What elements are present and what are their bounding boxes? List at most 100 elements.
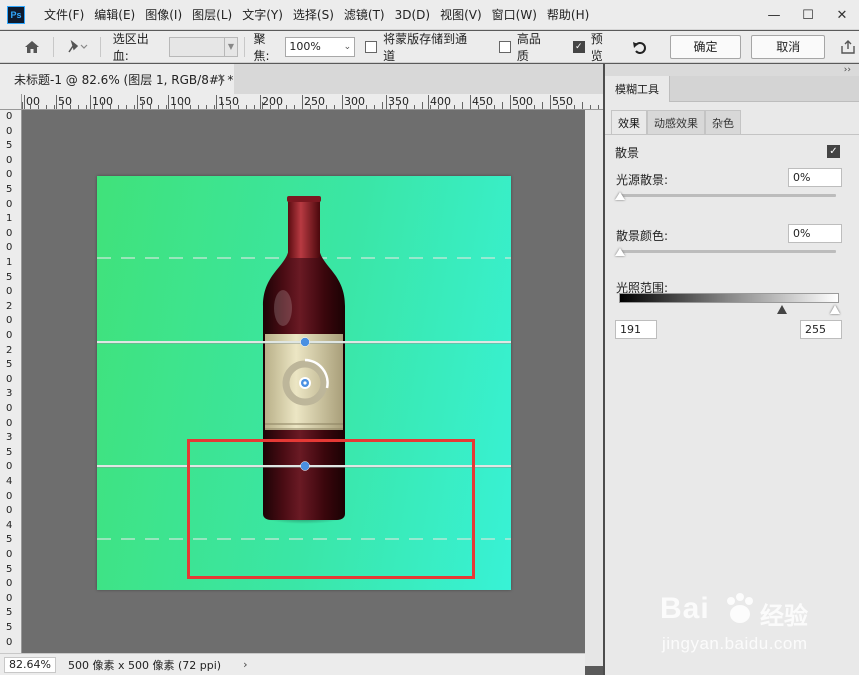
reset-button[interactable] — [629, 36, 651, 58]
light-bokeh-slider-track[interactable] — [619, 194, 836, 197]
ruler-tick — [366, 105, 367, 109]
menu-item-10[interactable]: 帮助(H) — [542, 0, 594, 30]
minimize-button[interactable]: — — [757, 0, 791, 30]
ruler-v-label: 0 — [6, 403, 13, 414]
menu-item-9[interactable]: 窗口(W) — [487, 0, 542, 30]
light-range-min-thumb[interactable] — [777, 305, 787, 314]
ruler-tick — [78, 105, 79, 109]
ruler-tick — [310, 105, 311, 109]
share-button[interactable] — [837, 36, 859, 58]
ruler-v-label: 2 — [6, 300, 13, 312]
menu-item-3[interactable]: 图层(L) — [187, 0, 237, 30]
bokeh-color-slider-thumb[interactable] — [615, 248, 625, 256]
panel-title-tab[interactable]: 模糊工具 — [605, 76, 670, 102]
light-range-max-input[interactable]: 255 — [800, 320, 842, 339]
ruler-tick — [222, 102, 223, 109]
chevron-right-icon[interactable]: › — [243, 658, 247, 671]
scroll-corner — [585, 653, 603, 666]
maximize-button[interactable]: ☐ — [791, 0, 825, 30]
ruler-tick — [454, 105, 455, 109]
ruler-tick — [526, 105, 527, 109]
tab-motion-effects[interactable]: 动感效果 — [647, 110, 705, 134]
collapse-panel-icon[interactable]: ›› — [605, 64, 859, 76]
document-size-info: 500 像素 x 500 像素 (72 ppi) — [68, 658, 222, 672]
light-range-gradient[interactable] — [619, 293, 839, 303]
zoom-level-field[interactable]: 82.64% — [4, 656, 56, 673]
ruler-tick — [238, 105, 239, 109]
ruler-tick — [94, 105, 95, 109]
ruler-v-label: 0 — [6, 461, 13, 473]
high-quality-checkbox[interactable] — [498, 40, 511, 53]
preview-checkbox[interactable]: ✓ — [572, 40, 585, 53]
menu-item-6[interactable]: 滤镜(T) — [339, 0, 390, 30]
ruler-h-label: 250 — [304, 95, 325, 108]
ok-button[interactable]: 确定 — [669, 34, 742, 59]
menu-item-8[interactable]: 视图(V) — [435, 0, 487, 30]
ruler-v-label: 2 — [6, 344, 13, 356]
menu-item-7[interactable]: 3D(D) — [390, 0, 435, 30]
menu-item-2[interactable]: 图像(I) — [140, 0, 187, 30]
menu-item-1[interactable]: 编辑(E) — [89, 0, 140, 30]
ruler-v-label: 4 — [6, 519, 13, 531]
vertical-scrollbar[interactable] — [585, 110, 603, 653]
light-range-min-input[interactable]: 191 — [615, 320, 657, 339]
bottle-cap-top — [287, 196, 321, 202]
menu-item-0[interactable]: 文件(F) — [39, 0, 89, 30]
pin-top-icon[interactable] — [300, 337, 310, 347]
ruler-v-label: 0 — [6, 373, 13, 385]
home-button[interactable] — [17, 34, 47, 60]
menu-item-4[interactable]: 文字(Y) — [237, 0, 288, 30]
ruler-tick — [118, 105, 119, 109]
ruler-tick — [518, 105, 519, 109]
ruler-v-label: 0 — [6, 286, 13, 298]
selection-bleed-dropdown[interactable]: ▼ — [224, 36, 239, 57]
preview-label: 预览 — [590, 31, 603, 63]
ruler-v-label: 0 — [6, 417, 13, 429]
menu-bar: Ps 文件(F) 编辑(E) 图像(I) 图层(L) 文字(Y) 选择(S) 滤镜(T) 3D… — [0, 0, 859, 30]
ruler-v-label: 5 — [6, 271, 13, 283]
canvas-area[interactable] — [22, 110, 585, 653]
close-window-button[interactable]: ✕ — [825, 0, 859, 30]
light-bokeh-slider-thumb[interactable] — [615, 192, 625, 200]
tab-effects[interactable]: 效果 — [611, 110, 647, 134]
light-range-max-thumb[interactable] — [830, 305, 840, 314]
selection-bleed-input[interactable] — [168, 36, 225, 57]
ruler-tick — [502, 102, 503, 109]
ruler-tick — [486, 105, 487, 109]
ruler-tick — [326, 105, 327, 109]
ruler-tick — [150, 105, 151, 109]
save-mask-checkbox[interactable] — [365, 40, 378, 53]
cancel-button[interactable]: 取消 — [751, 34, 826, 59]
ruler-v-label: 1 — [6, 213, 13, 225]
horizontal-ruler[interactable]: 005010050100150200250300350400450500550 — [22, 94, 603, 110]
ruler-tick — [574, 105, 575, 109]
ruler-tick — [86, 105, 87, 109]
ruler-tick — [166, 105, 167, 109]
close-icon[interactable]: ✕ — [217, 72, 226, 85]
vertical-ruler[interactable]: 0 0 5 0 0 5 0 1 0 0 1 5 0 2 0 0 2 5 0 3 0 0 3 5 0 4 0 0 4 5 0 5 0 0 5 5 0 — [0, 110, 22, 653]
tab-noise[interactable]: 杂色 — [705, 110, 741, 134]
separator — [52, 36, 54, 57]
ruler-tick — [350, 105, 351, 109]
light-bokeh-input[interactable]: 0% — [788, 168, 842, 187]
bokeh-checkbox[interactable]: ✓ — [827, 145, 840, 158]
menu-item-5[interactable]: 选择(S) — [288, 0, 339, 30]
ruler-v-label: 0 — [6, 578, 13, 590]
ruler-tick — [510, 105, 511, 109]
options-bar: 选区出血: ▼ 聚焦: 100% ⌄ 将蒙版存储到通道 高品质 ✓ 预览 确定 … — [0, 31, 859, 63]
ruler-tick — [260, 95, 261, 109]
ruler-v-label: 0 — [6, 636, 13, 648]
document-tab[interactable]: 未标题-1 @ 82.6% (图层 1, RGB/8#) * ✕ — [0, 64, 234, 94]
bokeh-color-slider-track[interactable] — [619, 250, 836, 253]
focus-select[interactable]: 100% ⌄ — [285, 36, 356, 57]
ruler-origin[interactable] — [0, 94, 22, 110]
focus-value: 100% — [289, 40, 321, 53]
ruler-v-label: 0 — [6, 330, 13, 341]
pin-tool-preset-button[interactable] — [60, 34, 94, 60]
focus-label: 聚焦: — [253, 31, 270, 63]
ruler-tick — [446, 105, 447, 109]
ruler-tick — [174, 105, 175, 109]
bottle-highlight — [274, 290, 292, 326]
ruler-tick — [430, 105, 431, 109]
bokeh-color-input[interactable]: 0% — [788, 224, 842, 243]
